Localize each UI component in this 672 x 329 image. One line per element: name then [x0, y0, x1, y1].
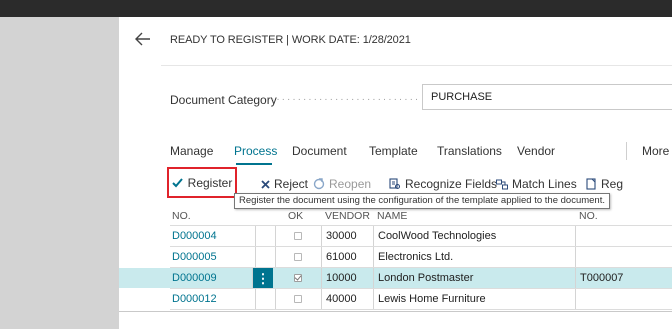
- cell-no[interactable]: D000004: [172, 226, 217, 246]
- column-divider: [575, 289, 576, 309]
- reg-label: Reg: [601, 177, 624, 191]
- tab-vendor[interactable]: Vendor: [517, 144, 555, 158]
- field-leader-dots: ·································: [271, 94, 419, 105]
- table-row[interactable]: D000004 30000 CoolWood Technologies: [119, 226, 672, 246]
- column-divider: [255, 226, 256, 246]
- column-header-no[interactable]: NO.: [172, 210, 191, 222]
- tab-more-options[interactable]: More option: [642, 144, 672, 158]
- back-button[interactable]: [131, 27, 155, 51]
- cell-name: Electronics Ltd.: [378, 251, 454, 263]
- ok-checkbox[interactable]: [294, 295, 302, 303]
- register-tooltip: Register the document using the configur…: [234, 193, 610, 209]
- column-divider: [321, 226, 322, 246]
- arrow-left-icon: [135, 32, 150, 46]
- reject-label: Reject: [274, 177, 309, 191]
- tab-document[interactable]: Document: [292, 144, 347, 158]
- document-category-label: Document Category: [170, 93, 277, 107]
- cell-name: Lewis Home Furniture: [378, 293, 486, 305]
- reg-button-truncated[interactable]: Reg: [586, 174, 623, 194]
- cell-no[interactable]: D000009: [172, 268, 217, 288]
- match-lines-icon: [496, 179, 508, 189]
- column-divider: [255, 247, 256, 267]
- top-bar: [0, 0, 672, 17]
- column-divider: [575, 226, 576, 246]
- card-bottom-border: [119, 311, 672, 312]
- column-divider: [275, 289, 276, 309]
- cell-vendor: 30000: [326, 230, 357, 242]
- cell-name: London Postmaster: [378, 272, 474, 284]
- checkmark-icon: [171, 177, 183, 187]
- reopen-button[interactable]: Reopen: [313, 174, 371, 194]
- tab-divider: [626, 142, 627, 160]
- document-icon: [586, 178, 596, 190]
- row-divider: [170, 309, 672, 310]
- recognize-fields-label: Recognize Fields: [405, 177, 498, 191]
- column-divider: [575, 268, 576, 288]
- column-divider: [275, 226, 276, 246]
- cell-vendor: 40000: [326, 293, 357, 305]
- column-divider: [373, 268, 374, 288]
- register-label: Register: [187, 175, 233, 190]
- column-divider: [373, 226, 374, 246]
- recognize-fields-button[interactable]: Recognize Fields: [389, 174, 497, 194]
- tab-template[interactable]: Template: [369, 144, 418, 158]
- tab-translations[interactable]: Translations: [437, 144, 502, 158]
- background-panel: [0, 17, 119, 329]
- header-divider: [161, 65, 672, 66]
- column-divider: [275, 247, 276, 267]
- register-button[interactable]: Register: [167, 167, 237, 198]
- column-header-no2[interactable]: NO.: [579, 210, 598, 222]
- ok-checkbox[interactable]: [294, 253, 302, 261]
- recognize-fields-icon: [389, 178, 401, 190]
- document-category-field[interactable]: PURCHASE: [422, 84, 672, 110]
- row-menu-icon[interactable]: ⋮: [253, 268, 273, 288]
- column-divider: [255, 289, 256, 309]
- column-divider: [321, 268, 322, 288]
- cell-vendor: 61000: [326, 251, 357, 263]
- match-lines-button[interactable]: Match Lines: [496, 174, 577, 194]
- table-row[interactable]: D000012 40000 Lewis Home Furniture: [119, 289, 672, 309]
- cell-name: CoolWood Technologies: [378, 230, 497, 242]
- cell-no[interactable]: D000012: [172, 289, 217, 309]
- column-header-vendor[interactable]: VENDOR: [325, 210, 370, 222]
- cell-no[interactable]: D000005: [172, 247, 217, 267]
- table-row[interactable]: D000005 61000 Electronics Ltd.: [119, 247, 672, 267]
- column-divider: [321, 289, 322, 309]
- column-divider: [373, 247, 374, 267]
- ok-checkbox[interactable]: [294, 232, 302, 240]
- tab-process[interactable]: Process: [234, 144, 277, 158]
- ok-checkbox-checked[interactable]: [294, 274, 302, 282]
- tab-manage[interactable]: Manage: [170, 144, 213, 158]
- reopen-icon: [313, 178, 325, 190]
- column-header-name[interactable]: NAME: [377, 210, 407, 222]
- cell-no2: T000007: [580, 272, 624, 284]
- column-header-ok[interactable]: OK: [288, 210, 303, 222]
- page-title: READY TO REGISTER | WORK DATE: 1/28/2021: [170, 34, 411, 46]
- table-row-selected[interactable]: D000009 ⋮ 10000 London Postmaster T00000…: [119, 268, 672, 288]
- close-icon: [261, 179, 270, 189]
- document-card: READY TO REGISTER | WORK DATE: 1/28/2021…: [119, 17, 672, 329]
- match-lines-label: Match Lines: [512, 177, 577, 191]
- column-divider: [373, 289, 374, 309]
- cell-vendor: 10000: [326, 272, 357, 284]
- active-tab-indicator: [236, 163, 272, 165]
- reopen-label: Reopen: [329, 177, 372, 191]
- reject-button[interactable]: Reject: [261, 174, 308, 194]
- column-divider: [321, 247, 322, 267]
- column-divider: [575, 247, 576, 267]
